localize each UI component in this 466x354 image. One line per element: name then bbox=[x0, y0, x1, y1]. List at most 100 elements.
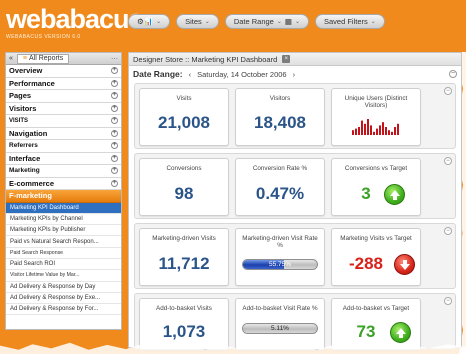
sidebar-item-paid-vs-natural[interactable]: Paid vs Natural Search Respon... bbox=[6, 236, 121, 248]
group-minimize-icon[interactable]: − bbox=[444, 297, 452, 305]
sites-button[interactable]: Sites ⌄ bbox=[176, 14, 219, 29]
sidebar-section-performance[interactable]: Performance + bbox=[6, 77, 121, 90]
sidebar-item-paid-search-response[interactable]: Paid Search Response bbox=[6, 248, 121, 259]
sites-label: Sites bbox=[185, 17, 202, 26]
date-range-button[interactable]: Date Range ⌄ ▦ ⌄ bbox=[224, 14, 309, 29]
expand-icon: + bbox=[111, 154, 118, 162]
kpi-card-visits[interactable]: Visits 21,008 bbox=[139, 88, 229, 146]
sparkline-bar bbox=[364, 123, 366, 135]
kpi-group-basket: Add-to-basket Visits 1,073 Add-to-basket… bbox=[134, 293, 456, 350]
sparkline-chart bbox=[352, 119, 399, 135]
kpi-card-conversions-vs-target[interactable]: Conversions vs Target 3 bbox=[331, 158, 421, 216]
reports-icon: ≡ bbox=[22, 55, 27, 62]
date-range-label: Date Range: bbox=[133, 69, 183, 79]
sparkline-bar bbox=[394, 127, 396, 135]
sidebar-section-overview[interactable]: Overview + bbox=[6, 65, 121, 78]
kpi-value: 11,712 bbox=[158, 254, 210, 273]
sidebar-section-ecommerce[interactable]: E-commerce + bbox=[6, 177, 121, 190]
sidebar-section-f-marketing[interactable]: F-marketing bbox=[6, 190, 121, 203]
collapse-icon[interactable]: « bbox=[9, 55, 13, 62]
expand-icon: + bbox=[111, 167, 118, 175]
logo-text: webabacus bbox=[6, 4, 144, 34]
kpi-title: Marketing-driven Visits bbox=[152, 235, 216, 242]
date-prev-button[interactable]: ‹ bbox=[189, 70, 192, 79]
settings-button[interactable]: ⚙📊 ⌄ bbox=[128, 14, 171, 29]
section-label: Interface bbox=[9, 153, 41, 163]
sidebar-section-referrers[interactable]: Referrers + bbox=[6, 140, 121, 153]
saved-filters-button[interactable]: Saved Filters ⌄ bbox=[315, 14, 385, 29]
kpi-value: 18,408 bbox=[254, 113, 306, 132]
kpi-card-add-to-basket-vs-target[interactable]: Add-to-basket vs Target 73 bbox=[331, 298, 421, 350]
sparkline-bar bbox=[391, 131, 393, 135]
sidebar-section-navigation[interactable]: Navigation + bbox=[6, 127, 121, 140]
section-label: Visitors bbox=[9, 103, 37, 113]
sparkline-bar bbox=[373, 131, 375, 135]
kpi-group-conversions: Conversions 98 Conversion Rate % 0.47% C… bbox=[134, 153, 456, 219]
tab-label: All Reports bbox=[29, 55, 64, 62]
sparkline-bar bbox=[355, 128, 357, 135]
expand-icon: + bbox=[111, 142, 118, 150]
kpi-card-visitors[interactable]: Visitors 18,408 bbox=[235, 88, 325, 146]
progress-bar: 5.11% bbox=[242, 323, 318, 334]
sidebar-item-lifetime-value[interactable]: Visitor Lifetime Value by Mar... bbox=[6, 270, 121, 282]
close-icon[interactable]: × bbox=[282, 55, 291, 63]
section-label: F-marketing bbox=[9, 191, 52, 201]
group-minimize-icon[interactable]: − bbox=[444, 157, 452, 165]
sparkline-bar bbox=[382, 122, 384, 135]
kpi-title: Conversions vs Target bbox=[344, 165, 408, 172]
kpi-card-conversions[interactable]: Conversions 98 bbox=[139, 158, 229, 216]
expand-icon: + bbox=[111, 179, 118, 187]
sidebar-item-ad-delivery-exe[interactable]: Ad Delivery & Response by Exe... bbox=[6, 293, 121, 305]
kpi-card-marketing-vs-target[interactable]: Marketing Visits vs Target -288 bbox=[331, 228, 421, 286]
sidebar-header: « ≡ All Reports ⋯ bbox=[6, 53, 121, 65]
sidebar-section-visits[interactable]: VISITS + bbox=[6, 115, 121, 128]
tab-all-reports[interactable]: ≡ All Reports bbox=[16, 53, 70, 64]
group-minimize-icon[interactable]: − bbox=[444, 87, 452, 95]
sidebar-item-ad-delivery-for[interactable]: Ad Delivery & Response by For... bbox=[6, 304, 121, 316]
kpi-group-marketing: Marketing-driven Visits 11,712 Marketing… bbox=[134, 223, 456, 289]
sidebar-section-interface[interactable]: Interface + bbox=[6, 152, 121, 165]
section-label: Overview bbox=[9, 66, 43, 76]
section-label: E-commerce bbox=[9, 178, 55, 188]
sidebar-item-kpis-by-channel[interactable]: Marketing KPIs by Channel bbox=[6, 214, 121, 226]
date-value: Saturday, 14 October 2006 bbox=[197, 69, 287, 79]
progress-bar-label: 5.11% bbox=[271, 325, 289, 332]
sidebar-item-paid-search-roi[interactable]: Paid Search ROI bbox=[6, 259, 121, 271]
chevron-down-icon: ⌄ bbox=[370, 19, 376, 25]
kpi-card-unique-users[interactable]: Unique Users (Distinct Visitors) bbox=[331, 88, 421, 146]
arrow-up-icon bbox=[384, 184, 405, 205]
kpi-value: 0.47% bbox=[255, 184, 305, 203]
kpi-value: 21,008 bbox=[158, 113, 210, 132]
expand-icon: + bbox=[111, 67, 118, 75]
collapse-all-icon[interactable]: − bbox=[449, 70, 457, 78]
more-icon[interactable]: ⋯ bbox=[111, 55, 118, 63]
sidebar-item-ad-delivery-day[interactable]: Ad Delivery & Response by Day bbox=[6, 282, 121, 293]
expand-icon: + bbox=[111, 129, 118, 137]
sidebar-section-marketing[interactable]: Marketing + bbox=[6, 165, 121, 178]
sidebar-section-pages[interactable]: Pages + bbox=[6, 90, 121, 103]
sparkline-bar bbox=[367, 119, 369, 135]
sidebar-item-kpis-by-publisher[interactable]: Marketing KPIs by Publisher bbox=[6, 225, 121, 237]
sparkline-bar bbox=[379, 125, 381, 135]
date-next-button[interactable]: › bbox=[293, 70, 296, 79]
chevron-down-icon: ⌄ bbox=[204, 19, 210, 25]
logo: webabacus WEBABACUS VERSION 6.0 bbox=[6, 4, 144, 41]
kpi-value: 1,073 bbox=[162, 322, 206, 341]
expand-icon: + bbox=[111, 92, 118, 100]
kpi-group-traffic: Visits 21,008 Visitors 18,408 Unique Use… bbox=[134, 83, 456, 149]
kpi-card-add-to-basket-visits[interactable]: Add-to-basket Visits 1,073 bbox=[139, 298, 229, 350]
kpi-title: Add-to-basket Visits bbox=[156, 305, 212, 312]
kpi-card-marketing-visits[interactable]: Marketing-driven Visits 11,712 bbox=[139, 228, 229, 286]
sidebar-section-visitors[interactable]: Visitors + bbox=[6, 102, 121, 115]
expand-icon: + bbox=[111, 117, 118, 125]
group-minimize-icon[interactable]: − bbox=[444, 227, 452, 235]
chevron-down-icon: ⌄ bbox=[294, 19, 300, 25]
dashboard-header: Designer Store :: Marketing KPI Dashboar… bbox=[129, 53, 461, 66]
breadcrumb: Designer Store :: Marketing KPI Dashboar… bbox=[133, 54, 278, 64]
sparkline-bar bbox=[376, 128, 378, 135]
sidebar-item-marketing-kpi-dashboard[interactable]: Marketing KPI Dashboard bbox=[6, 202, 121, 214]
kpi-title: Marketing Visits vs Target bbox=[340, 235, 412, 242]
sidebar: « ≡ All Reports ⋯ Overview + Performance +… bbox=[5, 52, 122, 330]
section-label: VISITS bbox=[9, 117, 29, 124]
saved-filters-label: Saved Filters bbox=[324, 17, 368, 26]
